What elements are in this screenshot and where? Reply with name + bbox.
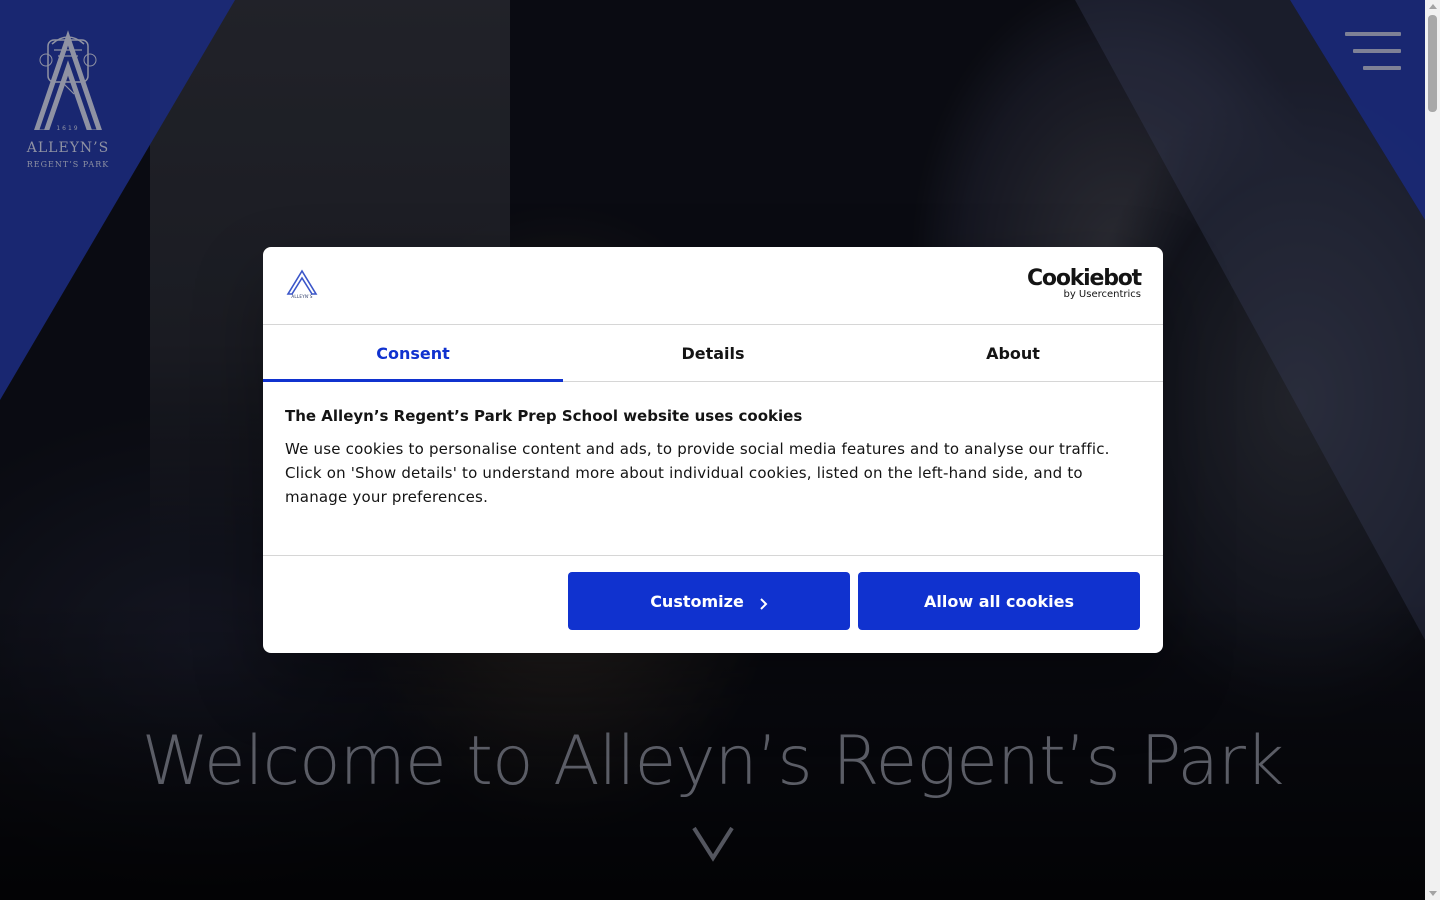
cookie-consent-dialog: ALLEYN’S Cookiebot by Usercentrics Conse… [263, 247, 1163, 653]
logo-name: ALLEYN’S [26, 140, 110, 156]
chevron-down-icon[interactable] [692, 826, 734, 862]
allow-all-cookies-button[interactable]: Allow all cookies [858, 572, 1140, 630]
dialog-footer: Customize Allow all cookies [263, 555, 1163, 653]
hamburger-menu-icon[interactable] [1345, 30, 1403, 74]
cookiebot-byline: by Usercentrics [1063, 289, 1141, 300]
chevron-right-icon [758, 595, 768, 610]
page-scrollbar[interactable] [1425, 0, 1440, 900]
logo-subtitle: REGENT’S PARK [26, 160, 110, 169]
tab-about[interactable]: About [863, 325, 1163, 381]
dialog-school-logo: ALLEYN’S [285, 269, 319, 303]
customize-button-label: Customize [650, 591, 744, 611]
cookiebot-logo[interactable]: Cookiebot by Usercentrics [1026, 266, 1142, 300]
dialog-tabs: Consent Details About [263, 325, 1163, 382]
tab-consent[interactable]: Consent [263, 325, 563, 382]
crest-icon [32, 30, 104, 135]
cookiebot-name: Cookiebot [1026, 266, 1142, 291]
customize-button[interactable]: Customize [568, 572, 850, 630]
dialog-logo-label: ALLEYN’S [291, 294, 313, 299]
scroll-up-icon[interactable] [1429, 4, 1437, 9]
alleyns-logo-icon [286, 269, 318, 295]
dialog-description: We use cookies to personalise content an… [285, 440, 1110, 506]
scrollbar-thumb[interactable] [1428, 15, 1437, 112]
dialog-heading: The Alleyn’s Regent’s Park Prep School w… [285, 407, 803, 425]
hero-title: Welcome to Alleyn’s Regent’s Park [141, 722, 1285, 801]
dialog-header: ALLEYN’S Cookiebot by Usercentrics [263, 247, 1163, 325]
logo-year: 1619 [56, 125, 80, 132]
tab-details[interactable]: Details [563, 325, 863, 381]
allow-all-button-label: Allow all cookies [924, 591, 1074, 611]
scroll-down-icon[interactable] [1429, 891, 1437, 896]
site-logo[interactable]: 1619 ALLEYN’S REGENT’S PARK [18, 20, 118, 176]
dialog-body: The Alleyn’s Regent’s Park Prep School w… [285, 407, 1141, 509]
